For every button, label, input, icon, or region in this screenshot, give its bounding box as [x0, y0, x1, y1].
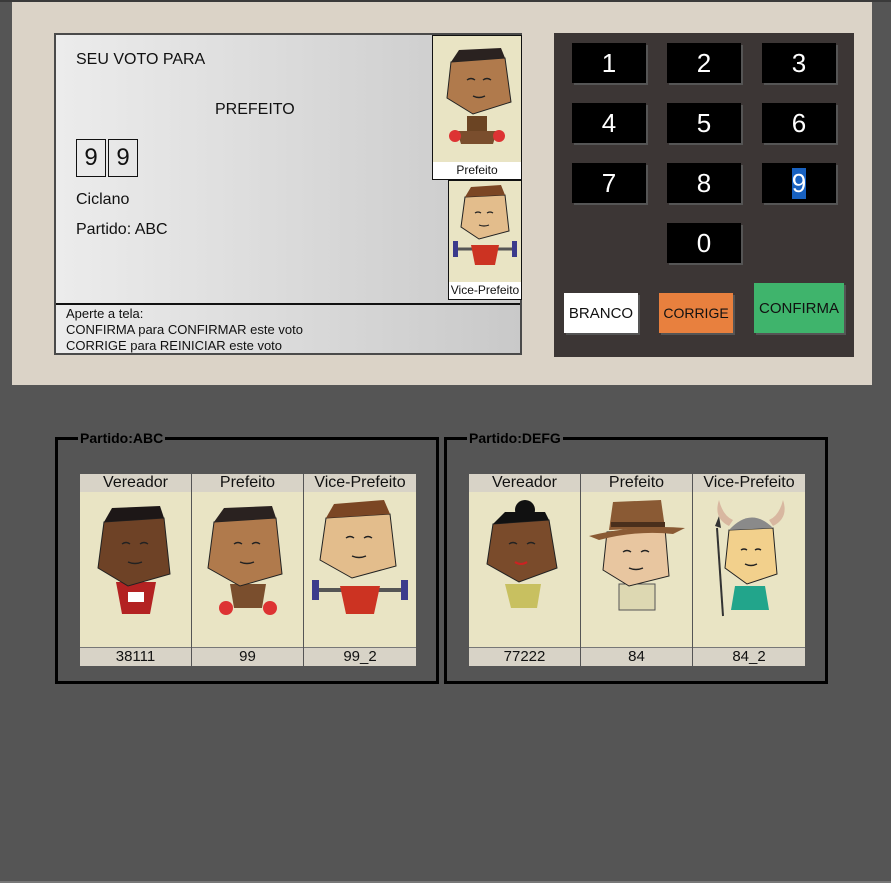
card-role: Prefeito [581, 474, 692, 492]
candidate-photo: Prefeito [432, 35, 522, 180]
digit-box-2: 9 [108, 139, 138, 177]
instruction-line: CONFIRMA para CONFIRMAR este voto [66, 322, 303, 337]
vereador-defg-avatar-icon [486, 500, 558, 608]
party-defg-panel: Partido:DEFG Vereador 77222 Prefeito 84 … [444, 430, 828, 684]
candidate-card[interactable]: Vereador 38111 [80, 474, 192, 666]
key-9[interactable]: 9 [762, 163, 836, 203]
key-4[interactable]: 4 [572, 103, 646, 143]
vice-photo: Vice-Prefeito [448, 180, 522, 300]
prefeito-avatar-icon [446, 48, 512, 144]
prefeito-defg-avatar-icon [589, 500, 685, 611]
vice-prefeito-abc-avatar-icon [312, 500, 408, 614]
branco-button[interactable]: BRANCO [564, 293, 638, 333]
voto-para-label: SEU VOTO PARA [76, 51, 206, 68]
card-number: 84_2 [693, 647, 805, 666]
card-role: Prefeito [192, 474, 303, 492]
key-3[interactable]: 3 [762, 43, 836, 83]
candidate-cards: Vereador 77222 Prefeito 84 Vice-Prefeito… [469, 474, 805, 666]
key-8[interactable]: 8 [667, 163, 741, 203]
key-6[interactable]: 6 [762, 103, 836, 143]
card-number: 99_2 [304, 647, 416, 666]
digit-boxes: 9 9 [76, 139, 140, 177]
candidate-card[interactable]: Vice-Prefeito 99_2 [304, 474, 416, 666]
card-number: 99 [192, 647, 303, 666]
instructions: Aperte a tela: CONFIRMA para CONFIRMAR e… [56, 303, 520, 355]
key-2[interactable]: 2 [667, 43, 741, 83]
prefeito-abc-avatar-icon [207, 506, 283, 615]
candidate-party: Partido: ABC [76, 221, 168, 238]
key-1[interactable]: 1 [572, 43, 646, 83]
candidate-card[interactable]: Prefeito 84 [581, 474, 693, 666]
instruction-line: Aperte a tela: [66, 306, 144, 321]
photo-main-caption: Prefeito [433, 162, 521, 179]
card-role: Vice-Prefeito [304, 474, 416, 492]
urna-eletronica: SEU VOTO PARA PREFEITO 9 9 Ciclano Parti… [12, 2, 872, 385]
key-7[interactable]: 7 [572, 163, 646, 203]
instruction-line: CORRIGE para REINICIAR este voto [66, 338, 283, 353]
candidate-card[interactable]: Vereador 77222 [469, 474, 581, 666]
vereador-abc-avatar-icon [97, 506, 171, 614]
candidate-cards: Vereador 38111 Prefeito 99 Vice-Prefeito… [80, 474, 416, 666]
keypad: 1 2 3 4 5 6 7 8 9 0 BRANCO CORRIGE CONFI… [554, 33, 854, 357]
cargo-label: PREFEITO [215, 101, 295, 118]
card-number: 77222 [469, 647, 580, 666]
vice-prefeito-defg-avatar-icon [715, 500, 785, 617]
party-abc-panel: Partido:ABC Vereador 38111 Prefeito 99 V… [55, 430, 439, 684]
voting-screen: SEU VOTO PARA PREFEITO 9 9 Ciclano Parti… [54, 33, 522, 355]
candidate-name: Ciclano [76, 191, 130, 208]
corrige-button[interactable]: CORRIGE [659, 293, 733, 333]
key-0[interactable]: 0 [667, 223, 741, 263]
card-number: 38111 [80, 647, 191, 666]
digit-box-1: 9 [76, 139, 106, 177]
card-number: 84 [581, 647, 692, 666]
confirma-button[interactable]: CONFIRMA [754, 283, 844, 333]
candidate-card[interactable]: Vice-Prefeito 84_2 [693, 474, 805, 666]
card-role: Vereador [80, 474, 191, 492]
card-role: Vice-Prefeito [693, 474, 805, 492]
vice-prefeito-avatar-icon [453, 185, 517, 265]
party-legend: Partido:DEFG [469, 430, 561, 446]
card-role: Vereador [469, 474, 580, 492]
candidate-card[interactable]: Prefeito 99 [192, 474, 304, 666]
key-9-label: 9 [791, 167, 807, 199]
key-5[interactable]: 5 [667, 103, 741, 143]
party-legend: Partido:ABC [80, 430, 164, 446]
photo-vice-caption: Vice-Prefeito [449, 282, 521, 299]
